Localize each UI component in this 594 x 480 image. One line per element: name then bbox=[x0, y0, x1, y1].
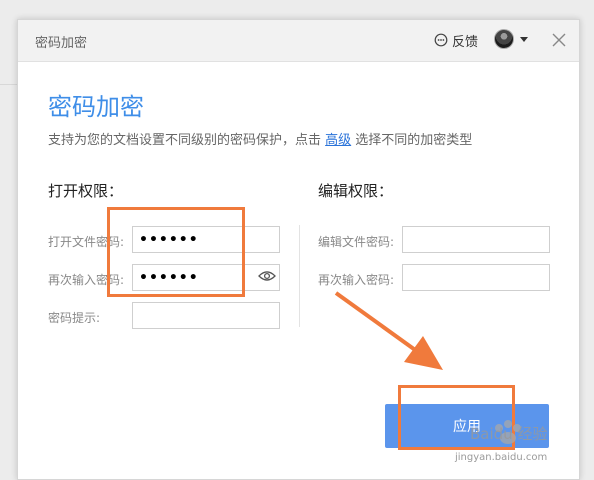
password-encryption-dialog: 密码加密 反馈 密码加密 支持为您的文档设置不同级别的密码保护，点击 高级 选择… bbox=[17, 19, 580, 480]
feedback-icon bbox=[434, 33, 448, 47]
description: 支持为您的文档设置不同级别的密码保护，点击 高级 选择不同的加密类型 bbox=[48, 129, 472, 148]
edit-confirm-label: 再次输入密码: bbox=[318, 273, 395, 287]
open-password-label: 打开文件密码: bbox=[48, 235, 125, 249]
section-divider bbox=[299, 225, 300, 327]
watermark-url: jingyan.baidu.com bbox=[455, 452, 548, 463]
feedback-label: 反馈 bbox=[452, 34, 479, 50]
watermark-brand: Baidu 经验 bbox=[470, 425, 548, 443]
description-text: 支持为您的文档设置不同级别的密码保护，点击 bbox=[48, 133, 326, 148]
avatar bbox=[494, 29, 514, 49]
window-title: 密码加密 bbox=[35, 36, 88, 51]
password-hint-field[interactable] bbox=[132, 302, 280, 329]
background-divider bbox=[0, 84, 18, 85]
account-menu[interactable] bbox=[494, 29, 528, 49]
edit-password-label: 编辑文件密码: bbox=[318, 235, 395, 249]
advanced-link[interactable]: 高级 bbox=[325, 133, 351, 148]
edit-permission-title: 编辑权限： bbox=[318, 182, 394, 200]
open-confirm-label: 再次输入密码: bbox=[48, 273, 125, 287]
password-hint-label: 密码提示: bbox=[48, 311, 101, 325]
edit-password-field[interactable] bbox=[402, 226, 550, 253]
description-text-tail: 选择不同的加密类型 bbox=[351, 133, 473, 148]
feedback-button[interactable]: 反馈 bbox=[434, 30, 478, 50]
open-permission-title: 打开权限： bbox=[48, 182, 124, 200]
close-icon[interactable] bbox=[551, 32, 567, 48]
page-title: 密码加密 bbox=[48, 93, 144, 121]
title-bar: 密码加密 反馈 bbox=[18, 20, 579, 62]
edit-confirm-field[interactable] bbox=[402, 264, 550, 291]
open-password-field[interactable] bbox=[132, 226, 280, 253]
chevron-down-icon bbox=[520, 36, 528, 42]
eye-icon[interactable] bbox=[258, 269, 276, 283]
